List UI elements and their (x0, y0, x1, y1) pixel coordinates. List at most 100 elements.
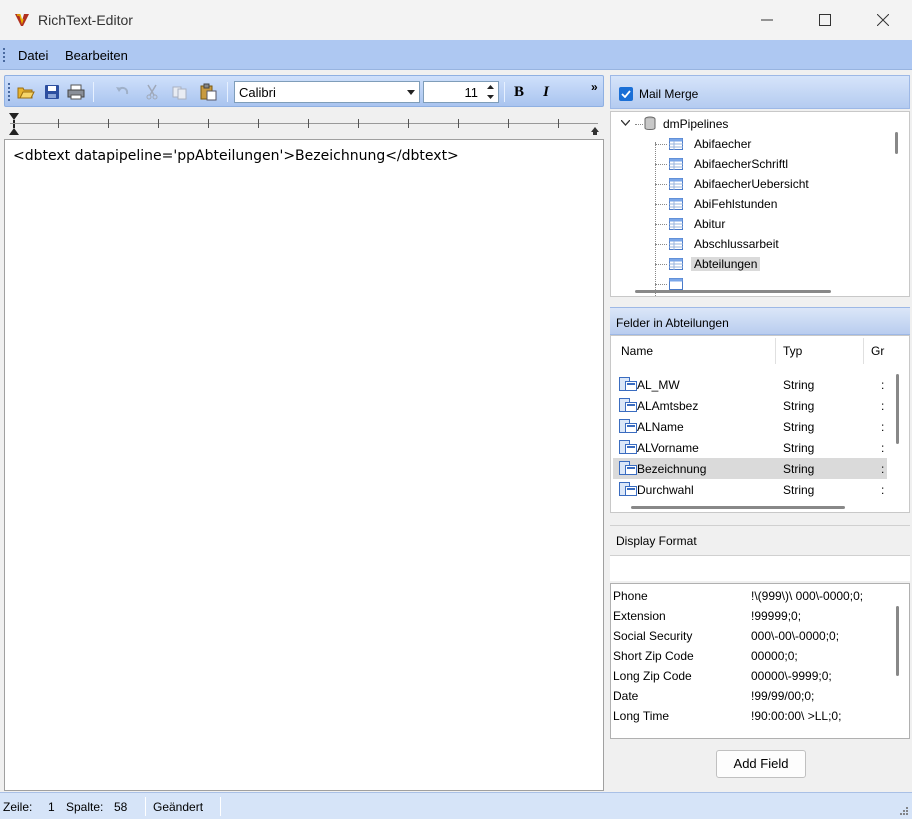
mail-merge-bar: Mail Merge (610, 75, 910, 109)
minimize-icon (761, 19, 773, 21)
cut-button[interactable] (141, 81, 163, 103)
undo-icon (116, 86, 129, 95)
resize-grip-icon[interactable] (899, 806, 909, 816)
toolbar-separator (504, 82, 505, 102)
list-item[interactable]: Short Zip Code 00000;0; (613, 646, 903, 666)
ruler (4, 109, 604, 139)
print-icon (67, 84, 85, 100)
close-button[interactable] (854, 0, 912, 40)
fields-grid[interactable]: Name Typ Gr AL_MW String : ALAmtsbez Str… (610, 335, 910, 513)
minimize-button[interactable] (738, 0, 796, 40)
checkmark-icon (621, 90, 631, 98)
chevron-down-icon (621, 120, 630, 126)
paste-button[interactable] (197, 81, 219, 103)
menu-bar: Datei Bearbeiten (0, 40, 912, 70)
tree-item[interactable]: AbiFehlstunden (611, 194, 891, 214)
toolbar-separator (227, 82, 228, 102)
tree-item[interactable]: AbifaecherSchriftl (611, 154, 891, 174)
print-button[interactable] (65, 81, 87, 103)
toolbar-grip[interactable] (8, 83, 10, 101)
menu-datei[interactable]: Datei (18, 48, 48, 63)
table-row[interactable]: Durchwahl String : (613, 479, 887, 500)
table-icon (669, 238, 683, 250)
font-size-value: 11 (464, 85, 479, 100)
format-vertical-scrollbar[interactable] (896, 606, 899, 676)
tree-root[interactable]: dmPipelines (611, 114, 891, 134)
list-item[interactable]: Long Time !90:00:00\ >LL;0; (613, 706, 903, 726)
list-item[interactable]: Long Zip Code 00000\-9999;0; (613, 666, 903, 686)
tree-item[interactable]: AbifaecherUebersicht (611, 174, 891, 194)
app-logo-icon (14, 12, 30, 28)
toolbar-overflow-button[interactable]: » (591, 80, 598, 94)
status-zeile-label: Zeile: (3, 800, 33, 814)
font-size-stepper[interactable]: 11 (423, 81, 499, 103)
ruler-tick (308, 119, 309, 128)
title-bar: RichText-Editor (0, 0, 912, 40)
tree-item[interactable]: Abifaecher (611, 134, 891, 154)
bold-button[interactable]: B (508, 81, 530, 103)
ruler-tick (208, 119, 209, 128)
tree-vertical-scrollbar[interactable] (895, 132, 898, 154)
tree-horizontal-scrollbar[interactable] (635, 290, 831, 293)
table-row[interactable]: ALName String : (613, 416, 887, 437)
spin-up-icon[interactable] (482, 82, 498, 92)
tree-item-selected[interactable]: Abteilungen (611, 254, 891, 274)
mail-merge-checkbox[interactable] (619, 87, 633, 101)
open-button[interactable] (15, 81, 37, 103)
pipeline-tree[interactable]: dmPipelines Abifaecher AbifaecherSchrift… (610, 111, 910, 297)
list-item[interactable]: Date !99/99/00;0; (613, 686, 903, 706)
tree-item[interactable]: Abitur (611, 214, 891, 234)
field-icon (619, 440, 637, 454)
copy-icon (172, 86, 187, 100)
field-icon (619, 419, 637, 433)
ruler-tick (358, 119, 359, 128)
font-name-select[interactable]: Calibri (234, 81, 420, 103)
list-item[interactable]: Social Security 000\-00\-0000;0; (613, 626, 903, 646)
copy-button[interactable] (169, 81, 191, 103)
rich-text-editor[interactable]: <dbtext datapipeline='ppAbteilungen'>Bez… (4, 139, 604, 791)
spin-down-icon[interactable] (482, 92, 498, 102)
felder-header: Felder in Abteilungen (610, 307, 910, 335)
status-spalte-value: 58 (114, 800, 128, 814)
ruler-tick (158, 119, 159, 128)
fields-vertical-scrollbar[interactable] (896, 374, 899, 444)
font-name-value: Calibri (239, 85, 276, 100)
fields-horizontal-scrollbar[interactable] (631, 506, 845, 509)
ruler-tick (508, 119, 509, 128)
italic-button[interactable]: I (535, 81, 557, 103)
database-icon (644, 116, 656, 130)
column-header-typ[interactable]: Typ (783, 344, 802, 358)
status-spalte-label: Spalte: (66, 800, 104, 814)
column-header-name[interactable]: Name (621, 344, 653, 358)
right-margin-marker-icon[interactable] (590, 126, 600, 136)
list-item[interactable]: Extension !99999;0; (613, 606, 903, 626)
open-folder-icon (17, 87, 35, 99)
formatting-toolbar: Calibri 11 B I » (4, 75, 604, 107)
undo-button[interactable] (111, 81, 133, 103)
indent-marker-icon[interactable] (8, 111, 20, 137)
column-header-gr[interactable]: Gr (871, 344, 884, 358)
window-title: RichText-Editor (38, 12, 133, 28)
display-format-input[interactable] (610, 555, 910, 581)
tree-root-label: dmPipelines (663, 117, 729, 131)
table-icon (669, 218, 683, 230)
table-row[interactable]: AL_MW String : (613, 374, 887, 395)
tree-item[interactable]: Abschlussarbeit (611, 234, 891, 254)
ruler-tick (458, 119, 459, 128)
status-state: Geändert (153, 800, 204, 814)
list-item[interactable]: Phone !\(999\)\ 000\-0000;0; (613, 586, 903, 606)
table-row-selected[interactable]: Bezeichnung String : (613, 458, 887, 479)
close-icon (877, 14, 889, 26)
menu-bearbeiten[interactable]: Bearbeiten (65, 48, 128, 63)
ruler-tick (408, 119, 409, 128)
save-button[interactable] (41, 81, 63, 103)
table-row[interactable]: ALVorname String : (613, 437, 887, 458)
cut-icon (146, 84, 158, 100)
chevron-down-icon[interactable] (403, 82, 419, 102)
format-list[interactable]: Phone !\(999\)\ 000\-0000;0; Extension !… (610, 583, 910, 739)
add-field-button[interactable]: Add Field (716, 750, 806, 778)
editor-content[interactable]: <dbtext datapipeline='ppAbteilungen'>Bez… (13, 148, 459, 164)
table-row[interactable]: ALAmtsbez String : (613, 395, 887, 416)
menu-grip[interactable] (3, 48, 6, 62)
maximize-button[interactable] (796, 0, 854, 40)
